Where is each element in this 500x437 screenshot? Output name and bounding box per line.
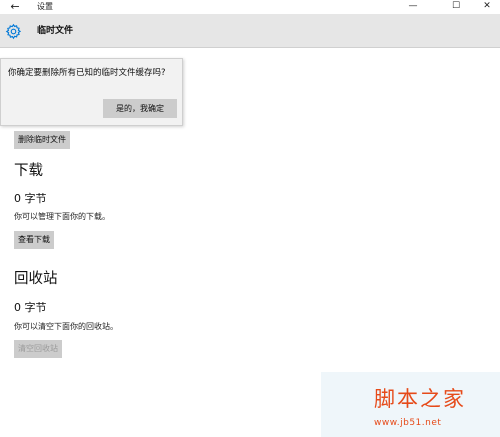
confirm-flyout: 你确定要删除所有已知的临时文件缓存吗? 是的，我确定 [0, 58, 183, 126]
minimize-icon[interactable]: — [402, 0, 424, 14]
confirm-message: 你确定要删除所有已知的临时文件缓存吗? [8, 68, 166, 78]
watermark-url: www.jb51.net [374, 418, 442, 428]
back-arrow-icon[interactable]: ← [8, 0, 22, 14]
window-title: 设置 [37, 2, 53, 11]
confirm-button[interactable]: 是的，我确定 [103, 99, 177, 118]
watermark-logo-text: 脚本之家 [374, 387, 466, 411]
gear-icon [5, 23, 22, 40]
recycle-bin-description: 你可以清空下面你的回收站。 [14, 322, 118, 331]
downloads-size: 0 字节 [14, 192, 47, 205]
recycle-bin-title: 回收站 [14, 271, 58, 287]
watermark: 脚本之家 www.jb51.net [321, 372, 500, 437]
title-bar: ← 设置 — ☐ ✕ [0, 0, 500, 14]
view-downloads-button[interactable]: 查看下载 [14, 231, 54, 249]
page-header: 临时文件 [0, 14, 500, 48]
downloads-title: 下载 [14, 163, 43, 179]
recycle-bin-size: 0 字节 [14, 301, 47, 314]
downloads-description: 你可以管理下面你的下载。 [14, 212, 110, 221]
maximize-icon[interactable]: ☐ [445, 0, 467, 14]
delete-temp-files-button[interactable]: 删除临时文件 [14, 131, 70, 149]
empty-recycle-bin-button[interactable]: 清空回收站 [14, 340, 62, 358]
close-icon[interactable]: ✕ [476, 0, 498, 14]
page-title: 临时文件 [37, 26, 74, 36]
